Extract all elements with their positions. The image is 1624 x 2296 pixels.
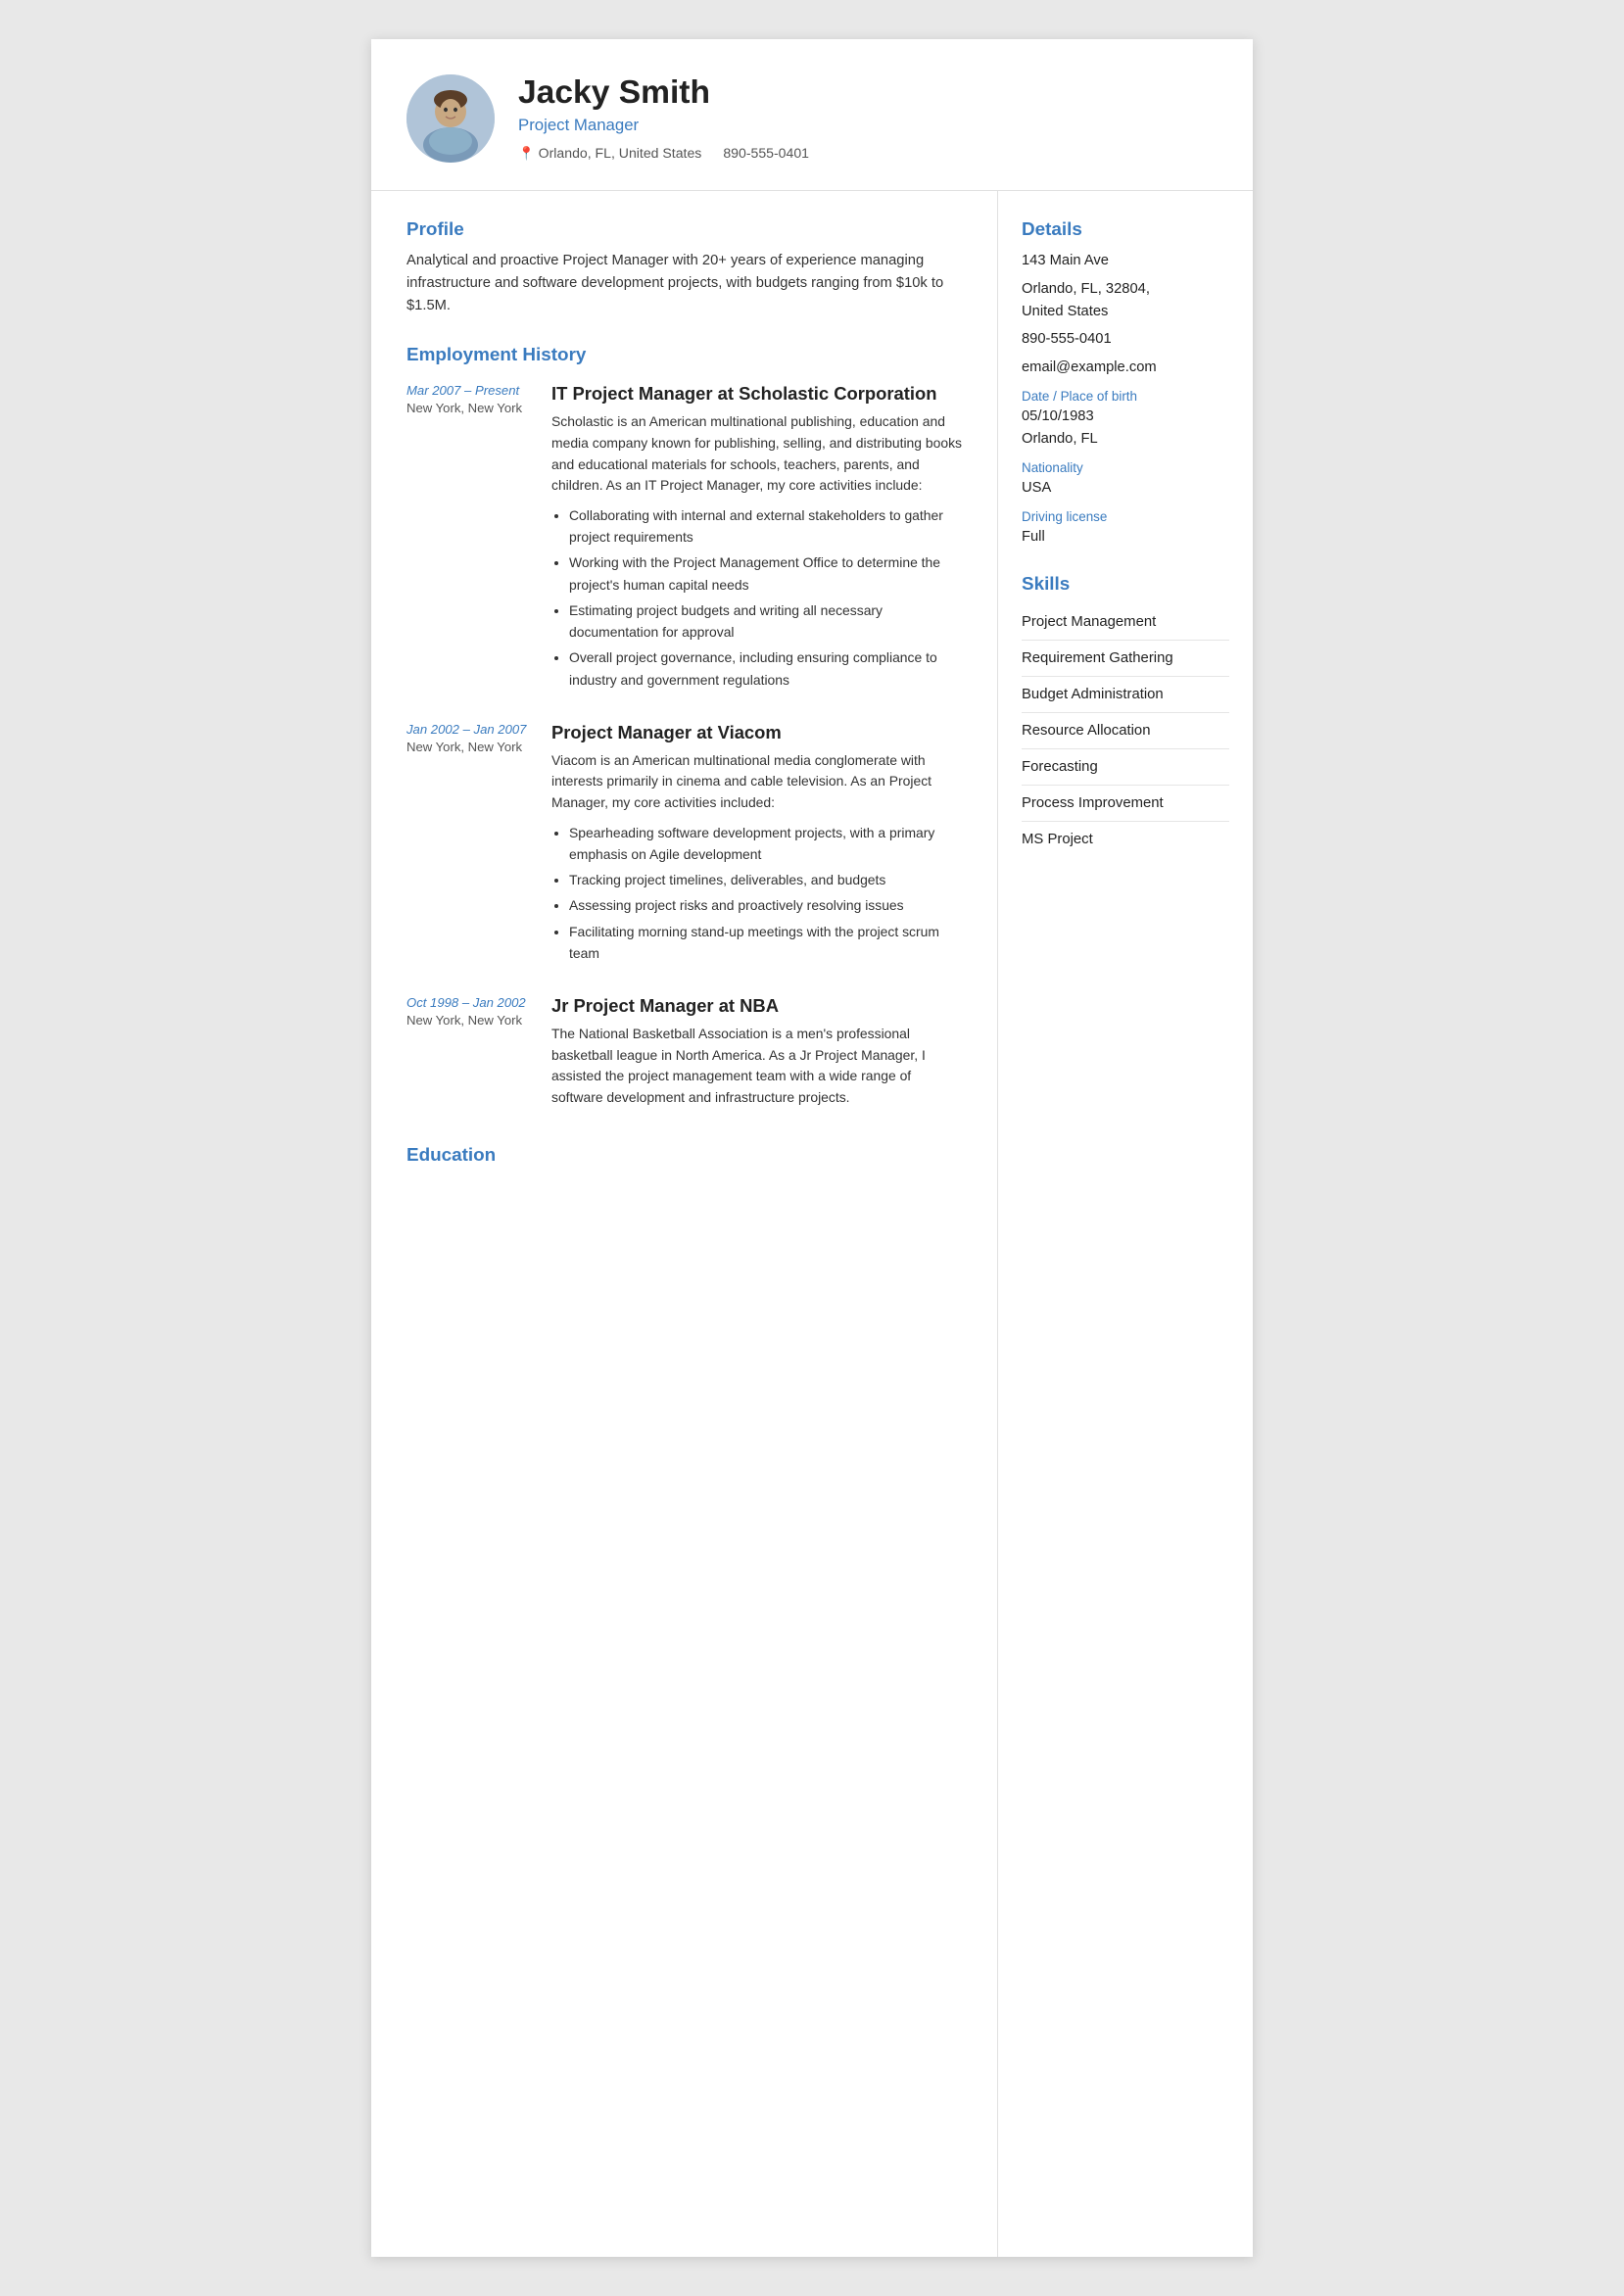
header-location-row: 📍 Orlando, FL, United States 890-555-040… bbox=[518, 145, 1214, 162]
details-section: Details 143 Main Ave Orlando, FL, 32804,… bbox=[1022, 218, 1229, 548]
location-text: Orlando, FL, United States bbox=[539, 145, 702, 161]
employment-section: Employment History Mar 2007 – Present Ne… bbox=[406, 344, 962, 1116]
skill-item-2: Requirement Gathering bbox=[1022, 641, 1229, 677]
skill-item-4: Resource Allocation bbox=[1022, 713, 1229, 749]
bullet-item: Assessing project risks and proactively … bbox=[569, 894, 962, 916]
job-location-2: New York, New York bbox=[406, 740, 534, 754]
avatar bbox=[406, 74, 495, 163]
education-section-title: Education bbox=[406, 1144, 962, 1166]
bullet-item: Spearheading software development projec… bbox=[569, 822, 962, 866]
job-meta-2: Jan 2002 – Jan 2007 New York, New York bbox=[406, 722, 534, 968]
job-bullets-1: Collaborating with internal and external… bbox=[551, 504, 962, 691]
candidate-name: Jacky Smith bbox=[518, 75, 1214, 112]
employment-section-title: Employment History bbox=[406, 344, 962, 365]
job-title-1: IT Project Manager at Scholastic Corpora… bbox=[551, 383, 962, 405]
job-entry-3: Oct 1998 – Jan 2002 New York, New York J… bbox=[406, 995, 962, 1116]
phone-text: 890-555-0401 bbox=[723, 145, 809, 161]
bullet-item: Overall project governance, including en… bbox=[569, 646, 962, 691]
job-content-2: Project Manager at Viacom Viacom is an A… bbox=[551, 722, 962, 968]
details-section-title: Details bbox=[1022, 218, 1229, 240]
job-content-3: Jr Project Manager at NBA The National B… bbox=[551, 995, 962, 1116]
skill-item-5: Forecasting bbox=[1022, 749, 1229, 786]
skills-section-title: Skills bbox=[1022, 573, 1229, 595]
main-column: Profile Analytical and proactive Project… bbox=[371, 191, 998, 2257]
job-desc-3: The National Basketball Association is a… bbox=[551, 1024, 962, 1108]
address-line2: Orlando, FL, 32804, United States bbox=[1022, 278, 1229, 323]
address-line1: 143 Main Ave bbox=[1022, 250, 1229, 272]
location-pin-icon: 📍 bbox=[518, 146, 535, 162]
job-meta-3: Oct 1998 – Jan 2002 New York, New York bbox=[406, 995, 534, 1116]
candidate-title: Project Manager bbox=[518, 116, 1214, 135]
driving-label: Driving license bbox=[1022, 509, 1229, 524]
job-dates-3: Oct 1998 – Jan 2002 bbox=[406, 995, 534, 1010]
driving-value: Full bbox=[1022, 526, 1229, 549]
header-info: Jacky Smith Project Manager 📍 Orlando, F… bbox=[518, 75, 1214, 162]
job-dates-1: Mar 2007 – Present bbox=[406, 383, 534, 398]
bullet-item: Tracking project timelines, deliverables… bbox=[569, 869, 962, 890]
bullet-item: Facilitating morning stand-up meetings w… bbox=[569, 921, 962, 965]
job-dates-2: Jan 2002 – Jan 2007 bbox=[406, 722, 534, 737]
job-location-3: New York, New York bbox=[406, 1013, 534, 1028]
dob-label: Date / Place of birth bbox=[1022, 389, 1229, 404]
location-item: 📍 Orlando, FL, United States bbox=[518, 145, 701, 162]
resume-body: Profile Analytical and proactive Project… bbox=[371, 191, 1253, 2257]
resume-header: Jacky Smith Project Manager 📍 Orlando, F… bbox=[371, 39, 1253, 191]
nationality-label: Nationality bbox=[1022, 460, 1229, 475]
skills-section: Skills Project Management Requirement Ga… bbox=[1022, 573, 1229, 857]
profile-text: Analytical and proactive Project Manager… bbox=[406, 250, 962, 316]
job-entry-2: Jan 2002 – Jan 2007 New York, New York P… bbox=[406, 722, 962, 968]
job-title-2: Project Manager at Viacom bbox=[551, 722, 962, 743]
dob-value: 05/10/1983 Orlando, FL bbox=[1022, 406, 1229, 451]
bullet-item: Working with the Project Management Offi… bbox=[569, 551, 962, 596]
bullet-item: Collaborating with internal and external… bbox=[569, 504, 962, 549]
details-phone: 890-555-0401 bbox=[1022, 328, 1229, 351]
profile-section-title: Profile bbox=[406, 218, 962, 240]
job-desc-1: Scholastic is an American multinational … bbox=[551, 411, 962, 496]
resume-page: Jacky Smith Project Manager 📍 Orlando, F… bbox=[371, 39, 1253, 2257]
skill-item-3: Budget Administration bbox=[1022, 677, 1229, 713]
skill-item-1: Project Management bbox=[1022, 604, 1229, 641]
skill-item-7: MS Project bbox=[1022, 822, 1229, 857]
side-column: Details 143 Main Ave Orlando, FL, 32804,… bbox=[998, 191, 1253, 2257]
nationality-value: USA bbox=[1022, 477, 1229, 500]
education-section: Education bbox=[406, 1144, 962, 1166]
details-email: email@example.com bbox=[1022, 357, 1229, 379]
job-location-1: New York, New York bbox=[406, 401, 534, 415]
bullet-item: Estimating project budgets and writing a… bbox=[569, 599, 962, 644]
profile-section: Profile Analytical and proactive Project… bbox=[406, 218, 962, 316]
job-title-3: Jr Project Manager at NBA bbox=[551, 995, 962, 1017]
job-bullets-2: Spearheading software development projec… bbox=[551, 822, 962, 965]
job-desc-2: Viacom is an American multinational medi… bbox=[551, 750, 962, 814]
job-content-1: IT Project Manager at Scholastic Corpora… bbox=[551, 383, 962, 694]
job-meta-1: Mar 2007 – Present New York, New York bbox=[406, 383, 534, 694]
skill-item-6: Process Improvement bbox=[1022, 786, 1229, 822]
job-entry-1: Mar 2007 – Present New York, New York IT… bbox=[406, 383, 962, 694]
